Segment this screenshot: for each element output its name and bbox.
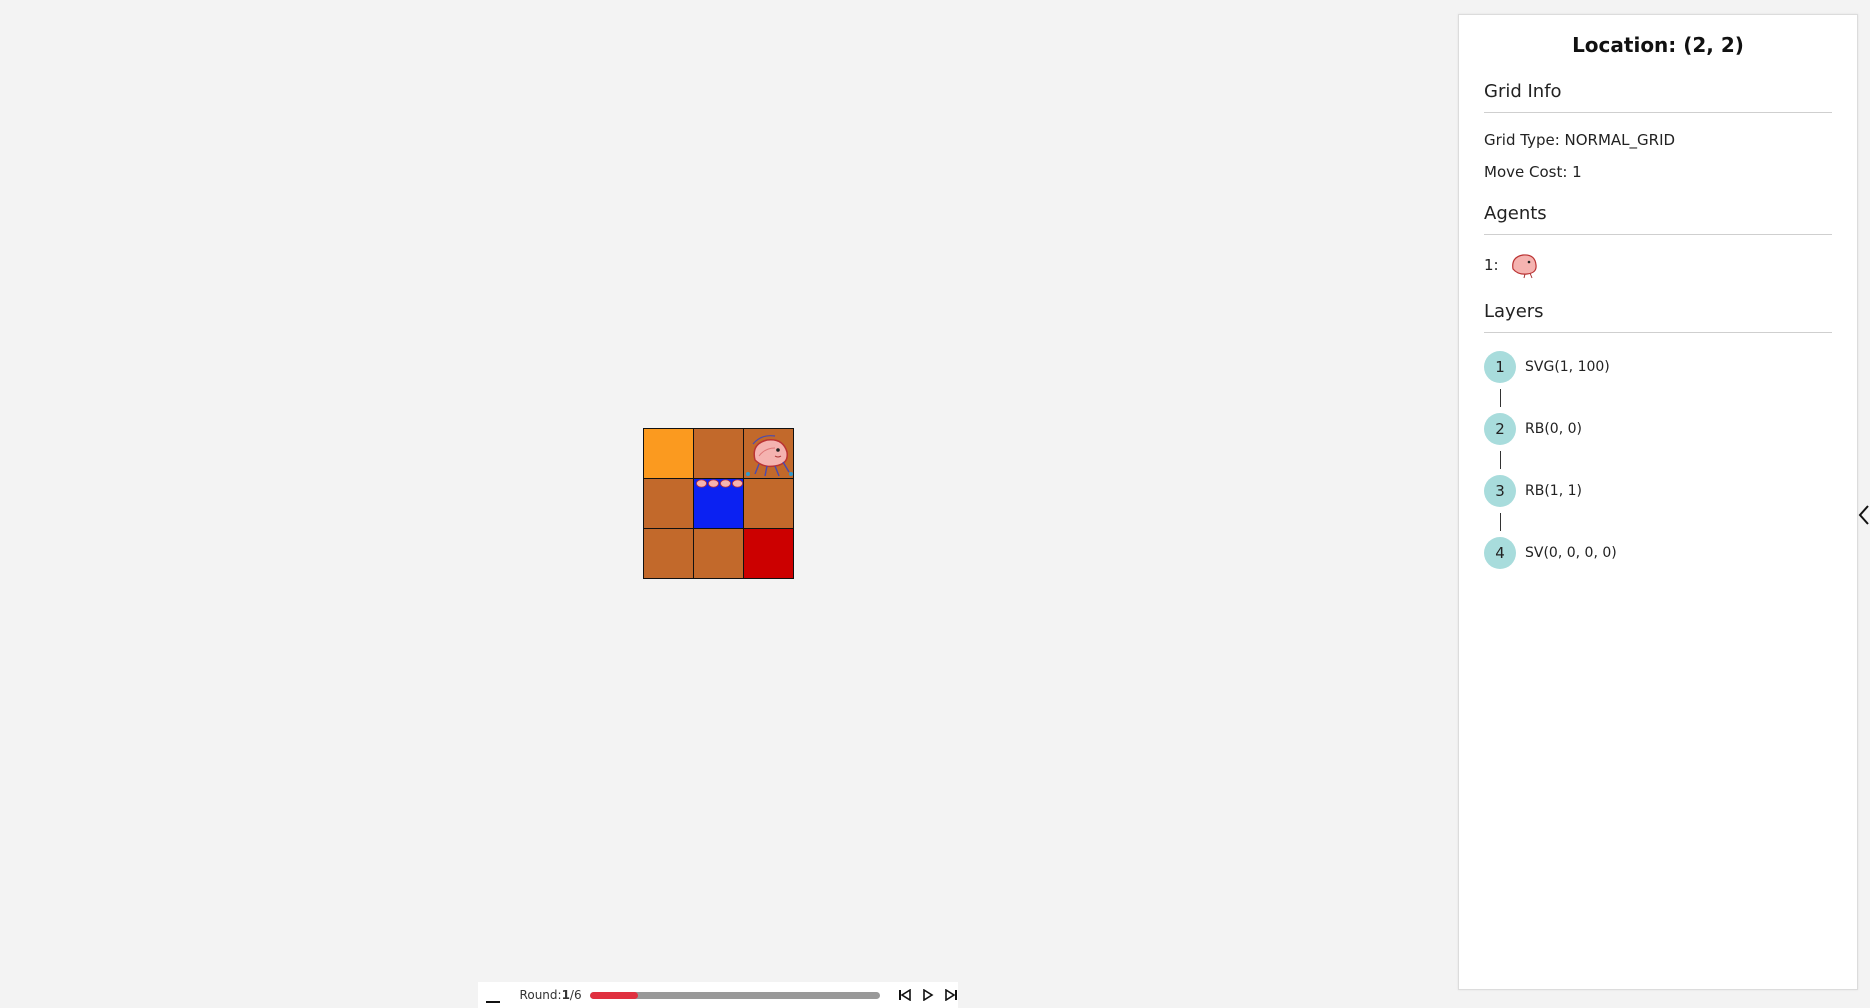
round-progress-fill (589, 991, 639, 999)
grid-cell-1-0[interactable] (644, 479, 694, 529)
chevron-left-icon[interactable] (1858, 504, 1870, 526)
agents-heading: Agents (1484, 203, 1832, 235)
layer-label: RB(1, 1) (1525, 483, 1582, 499)
grid-info-heading: Grid Info (1484, 81, 1832, 113)
grid-type: Grid Type: NORMAL_GRID (1484, 131, 1676, 149)
layer-label: SVG(1, 100) (1525, 359, 1610, 375)
grid-world (643, 428, 794, 579)
layer-connector (1500, 513, 1501, 531)
skip-back-icon (899, 989, 911, 1001)
grid-cell-2-1[interactable] (694, 529, 744, 579)
grid-cell-1-1[interactable] (694, 479, 744, 529)
agent-entry[interactable]: 1: (1484, 251, 1857, 279)
layers-list: 1 SVG(1, 100) 2 RB(0, 0) 3 RB(1, 1) 4 SV… (1459, 351, 1857, 569)
layer-number: 4 (1484, 537, 1516, 569)
mini-agent-icon (696, 479, 707, 488)
layer-item[interactable]: 1 SVG(1, 100) (1484, 351, 1857, 383)
mini-agent-icon (708, 479, 719, 488)
layer-connector (1500, 451, 1501, 469)
skip-back-button[interactable] (898, 989, 912, 1001)
playback-bar: Round:1/6 (478, 982, 958, 1008)
layer-item[interactable]: 3 RB(1, 1) (1484, 475, 1857, 507)
layer-item[interactable]: 4 SV(0, 0, 0, 0) (1484, 537, 1857, 569)
grid-cell-2-2[interactable] (744, 529, 794, 579)
layer-label: SV(0, 0, 0, 0) (1525, 545, 1617, 561)
play-icon (923, 989, 934, 1001)
grid-cell-0-2[interactable] (744, 429, 794, 479)
agent-avatar-icon (1511, 254, 1537, 279)
mini-agent-icon (732, 479, 743, 488)
agent-icon[interactable] (745, 430, 793, 478)
round-current: 1 (561, 988, 570, 1002)
play-button[interactable] (922, 989, 934, 1001)
grid-cell-0-1[interactable] (694, 429, 744, 479)
collapse-icon[interactable] (486, 1001, 500, 1003)
layer-number: 2 (1484, 413, 1516, 445)
layer-label: RB(0, 0) (1525, 421, 1582, 437)
grid-cell-1-2[interactable] (744, 479, 794, 529)
layers-heading: Layers (1484, 301, 1832, 333)
layer-number: 1 (1484, 351, 1516, 383)
grid-cell-0-0[interactable] (644, 429, 694, 479)
mini-agent-icon (720, 479, 731, 488)
layer-item[interactable]: 2 RB(0, 0) (1484, 413, 1857, 445)
agent-entry-label: 1: (1484, 256, 1499, 274)
round-label: Round:1/6 (519, 988, 582, 1002)
skip-forward-icon (945, 989, 957, 1001)
move-cost: Move Cost: 1 (1484, 163, 1582, 181)
skip-forward-button[interactable] (944, 989, 958, 1001)
location-panel: Location: (2, 2) Grid Info Grid Type: NO… (1458, 14, 1858, 990)
layer-connector (1500, 389, 1501, 407)
panel-title: Location: (2, 2) (1572, 33, 1744, 57)
grid-cell-2-0[interactable] (644, 529, 694, 579)
mini-agents (696, 479, 744, 489)
round-progress-slider[interactable] (589, 991, 880, 999)
layer-number: 3 (1484, 475, 1516, 507)
round-total: /6 (569, 988, 582, 1002)
